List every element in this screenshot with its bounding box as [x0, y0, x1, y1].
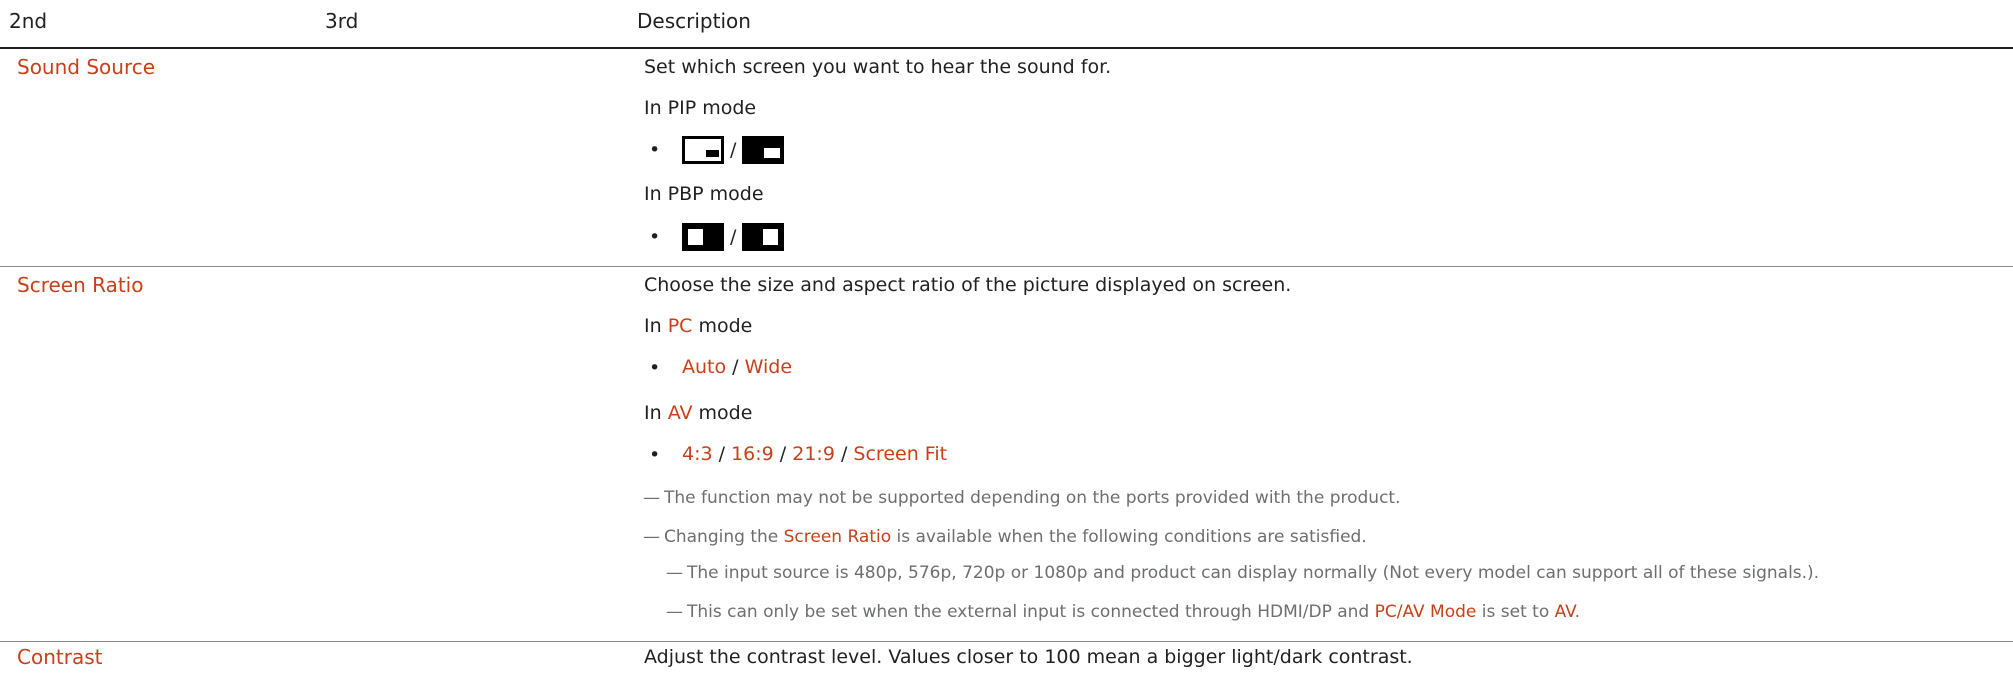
pc-options: Auto / Wide: [682, 356, 793, 378]
pbp-bullet: •: [649, 226, 661, 248]
note-external-input: — This can only be set when the external …: [666, 602, 1581, 622]
icon-separator: /: [730, 226, 737, 248]
note-conditions: — Changing the Screen Ratio is available …: [643, 527, 1367, 547]
pbp-mode-label: In PBP mode: [644, 183, 764, 205]
header-description: Description: [637, 9, 751, 33]
pc-mode-label: In PC mode: [644, 315, 753, 337]
screen-ratio-description: Choose the size and aspect ratio of the …: [644, 274, 1292, 296]
note-input-source: — The input source is 480p, 576p, 720p or…: [666, 563, 1820, 583]
pip-main-window-icon: [742, 136, 785, 164]
option-21-9: 21:9: [792, 443, 835, 465]
row-divider: [0, 641, 2013, 642]
pip-icons: /: [682, 136, 785, 164]
av-mode-label: In AV mode: [644, 402, 753, 424]
row-divider: [0, 266, 2013, 267]
option-wide: Wide: [744, 356, 793, 378]
sound-source-label: Sound Source: [17, 55, 156, 79]
header-2nd: 2nd: [9, 9, 48, 33]
pbp-icons: /: [682, 223, 785, 251]
pip-bullet: •: [649, 139, 661, 161]
av-options: 4:3 / 16:9 / 21:9 / Screen Fit: [682, 443, 948, 465]
pbp-right-screen-icon: [742, 223, 785, 251]
option-screen-fit: Screen Fit: [853, 443, 948, 465]
option-4-3: 4:3: [682, 443, 713, 465]
sound-source-description: Set which screen you want to hear the so…: [644, 56, 1112, 78]
option-auto: Auto: [682, 356, 727, 378]
av-bullet: •: [649, 444, 661, 466]
option-16-9: 16:9: [731, 443, 774, 465]
pip-mode-label: In PIP mode: [644, 97, 757, 119]
note-ports: — The function may not be supported depen…: [643, 488, 1401, 508]
pip-sub-window-icon: [682, 136, 724, 164]
header-divider: [0, 47, 2013, 49]
header-3rd: 3rd: [325, 9, 359, 33]
pc-bullet: •: [649, 357, 661, 379]
icon-separator: /: [730, 139, 737, 161]
contrast-label: Contrast: [17, 645, 103, 669]
contrast-description: Adjust the contrast level. Values closer…: [644, 646, 1413, 668]
manual-page: 2nd 3rd Description Sound Source Set whi…: [0, 0, 2013, 677]
pbp-left-screen-icon: [682, 223, 724, 251]
screen-ratio-label: Screen Ratio: [17, 273, 144, 297]
